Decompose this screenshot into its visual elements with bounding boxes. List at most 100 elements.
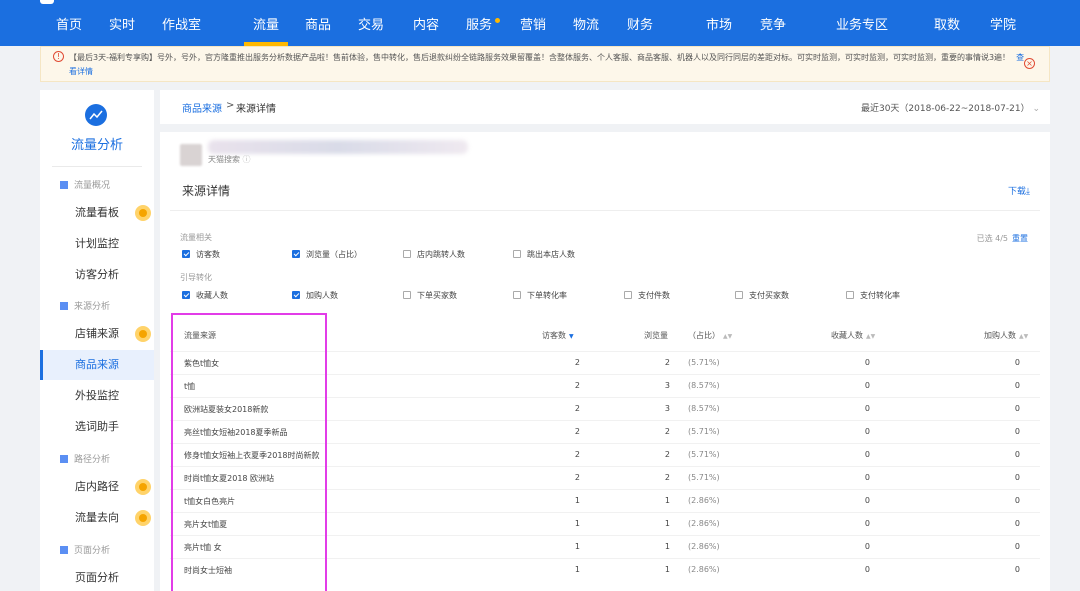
checkbox-exit-shop[interactable]: 跳出本店人数 (513, 249, 575, 260)
sidebar-item-external-monitor[interactable]: 外投监控 (40, 381, 154, 411)
nav-service[interactable]: 服务 (466, 6, 492, 46)
cell-percent: (2.86%) (688, 542, 720, 551)
cell-visitors: 2 (574, 427, 580, 436)
sidebar-item-plan-monitor[interactable]: 计划监控 (40, 229, 154, 259)
nav-war-room[interactable]: 作战室 (162, 6, 201, 46)
sort-icon: ▲▼ (1019, 333, 1029, 340)
checkbox-paid-buyers[interactable]: 支付买家数 (735, 290, 789, 301)
checkbox-favorites[interactable]: 收藏人数 (182, 290, 228, 301)
notification-dot-icon (135, 479, 151, 495)
checkbox-order-conversion[interactable]: 下单转化率 (513, 290, 567, 301)
download-icon: ⤓ (1026, 187, 1030, 197)
nav-product[interactable]: 商品 (305, 6, 331, 46)
checkbox-label: 跳出本店人数 (527, 250, 575, 259)
checkbox-icon (513, 250, 521, 258)
cell-pageviews: 3 (664, 381, 670, 390)
cell-cart: 0 (1014, 358, 1020, 367)
breadcrumb-parent-link[interactable]: 商品来源 (182, 100, 222, 115)
cell-pageviews: 1 (664, 519, 670, 528)
sidebar: 流量分析 流量概况 流量看板 计划监控 访客分析 来源分析 店铺来源 商品来源 … (40, 90, 154, 591)
checkbox-order-buyers[interactable]: 下单买家数 (403, 290, 457, 301)
nav-marketing[interactable]: 营销 (520, 6, 546, 46)
main-nav: 首页 实时 作战室 流量 商品 交易 内容 服务 营销 物流 财务 市场 竞争 … (0, 6, 1080, 46)
notice-text: 【最后3天-福利专享购】号外，号外，官方隆重推出服务分析数据产品啦！售前体验，售… (69, 51, 1029, 79)
notice-bar: ! 【最后3天-福利专享购】号外，号外，官方隆重推出服务分析数据产品啦！售前体验… (40, 46, 1050, 82)
sidebar-item-shop-source[interactable]: 店铺来源 (40, 319, 154, 349)
nav-business-zone[interactable]: 业务专区 (836, 6, 888, 46)
building-icon (60, 302, 68, 310)
column-header-label: 加购人数 (984, 331, 1016, 340)
sidebar-item-traffic-destination[interactable]: 流量去向 (40, 503, 154, 533)
notification-dot-icon (135, 510, 151, 526)
info-icon: ⓘ (242, 155, 251, 164)
checkbox-visitors[interactable]: 访客数 (182, 249, 220, 260)
checkbox-in-shop-jump[interactable]: 店内跳转人数 (403, 249, 465, 260)
cell-percent: (5.71%) (688, 473, 720, 482)
sidebar-group-path: 路径分析 (60, 452, 110, 465)
cell-percent: (5.71%) (688, 358, 720, 367)
sidebar-item-label: 店内路径 (75, 480, 119, 493)
checkbox-pageviews[interactable]: 浏览量（占比） (292, 249, 362, 260)
checkbox-paid-conversion[interactable]: 支付转化率 (846, 290, 900, 301)
product-source-label: 天猫搜索 ⓘ (208, 154, 251, 165)
sidebar-group-label: 路径分析 (74, 455, 111, 465)
nav-content[interactable]: 内容 (413, 6, 439, 46)
selected-count-label: 已选 4/5 (976, 234, 1008, 243)
nav-finance[interactable]: 财务 (627, 6, 653, 46)
cell-pageviews: 1 (664, 496, 670, 505)
date-range-label: 最近30天（2018-06-22~2018-07-21） (860, 104, 1030, 114)
notification-dot-icon (135, 326, 151, 342)
product-thumbnail (180, 144, 202, 166)
nav-data-fetch[interactable]: 取数 (934, 6, 960, 46)
download-button[interactable]: 下载⤓ (1008, 184, 1030, 197)
filter-group-conversion-label: 引导转化 (180, 273, 212, 282)
column-header-percent[interactable]: （占比） ▲▼ (688, 330, 732, 341)
column-header-favorites[interactable]: 收藏人数 ▲▼ (831, 330, 875, 341)
sidebar-item-traffic-dashboard[interactable]: 流量看板 (40, 198, 154, 228)
sidebar-group-label: 页面分析 (74, 546, 111, 556)
cell-favorites: 0 (864, 565, 870, 574)
checkbox-add-to-cart[interactable]: 加购人数 (292, 290, 338, 301)
close-icon[interactable]: × (1024, 58, 1035, 69)
checkbox-icon (182, 250, 190, 258)
nav-realtime[interactable]: 实时 (109, 6, 135, 46)
cell-pageviews: 2 (664, 473, 670, 482)
sidebar-item-label: 流量去向 (75, 511, 119, 524)
sidebar-item-shop-path[interactable]: 店内路径 (40, 472, 154, 502)
cell-cart: 0 (1014, 404, 1020, 413)
column-header-label: （占比） (688, 331, 720, 340)
nav-trade[interactable]: 交易 (358, 6, 384, 46)
cell-visitors: 2 (574, 381, 580, 390)
cell-cart: 0 (1014, 473, 1020, 482)
divider (170, 210, 1040, 211)
sidebar-item-page-analysis[interactable]: 页面分析 (40, 563, 154, 591)
building-icon (60, 546, 68, 554)
building-icon (60, 455, 68, 463)
nav-competition[interactable]: 竞争 (760, 6, 786, 46)
column-header-visitors[interactable]: 访客数 ▼ (542, 330, 574, 341)
nav-logistics[interactable]: 物流 (573, 6, 599, 46)
sort-icon: ▲▼ (723, 333, 733, 340)
cell-cart: 0 (1014, 381, 1020, 390)
sidebar-item-product-source[interactable]: 商品来源 (40, 350, 154, 380)
cell-pageviews: 2 (664, 427, 670, 436)
nav-market[interactable]: 市场 (706, 6, 732, 46)
date-range-selector[interactable]: 最近30天（2018-06-22~2018-07-21） ⌄ (861, 101, 1040, 114)
cell-percent: (8.57%) (688, 381, 720, 390)
cell-visitors: 2 (574, 358, 580, 367)
sidebar-item-visitor-analysis[interactable]: 访客分析 (40, 260, 154, 290)
cell-visitors: 1 (574, 542, 580, 551)
nav-academy[interactable]: 学院 (990, 6, 1016, 46)
cell-pageviews: 2 (664, 358, 670, 367)
sidebar-group-source: 来源分析 (60, 299, 110, 312)
checkbox-label: 下单转化率 (527, 291, 567, 300)
cell-cart: 0 (1014, 496, 1020, 505)
sidebar-item-keyword-helper[interactable]: 选词助手 (40, 412, 154, 442)
nav-traffic[interactable]: 流量 (253, 6, 279, 46)
breadcrumb: 商品来源 > 来源详情 最近30天（2018-06-22~2018-07-21）… (160, 90, 1050, 124)
sidebar-group-overview: 流量概况 (60, 178, 110, 191)
column-header-cart[interactable]: 加购人数 ▲▼ (984, 330, 1028, 341)
checkbox-paid-items[interactable]: 支付件数 (624, 290, 670, 301)
reset-link[interactable]: 重置 (1012, 234, 1028, 243)
nav-home[interactable]: 首页 (56, 6, 82, 46)
